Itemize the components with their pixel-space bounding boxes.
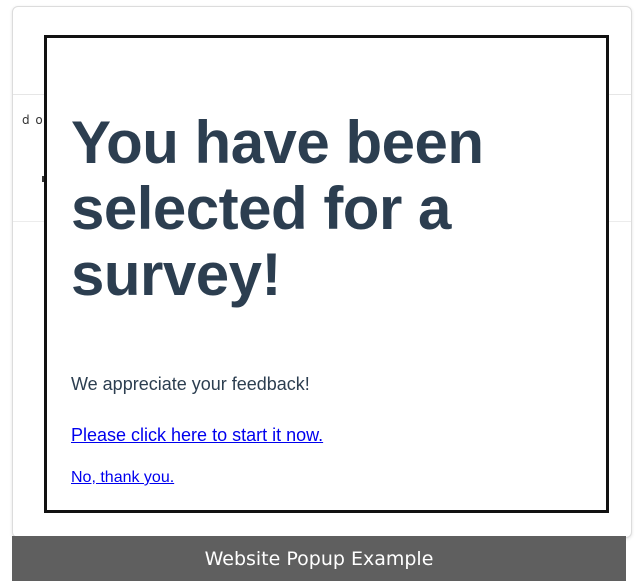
popup-title: You have been selected for a survey! bbox=[71, 109, 484, 308]
caption-bar: Website Popup Example bbox=[12, 536, 626, 581]
popup-message: We appreciate your feedback! bbox=[71, 374, 310, 394]
start-survey-link[interactable]: Please click here to start it now. bbox=[71, 425, 323, 446]
caption-text: Website Popup Example bbox=[204, 547, 434, 570]
survey-popup: You have been selected for a survey! We … bbox=[44, 35, 609, 513]
background-page-text: d o bbox=[22, 113, 44, 127]
decline-survey-link[interactable]: No, thank you. bbox=[71, 469, 174, 487]
